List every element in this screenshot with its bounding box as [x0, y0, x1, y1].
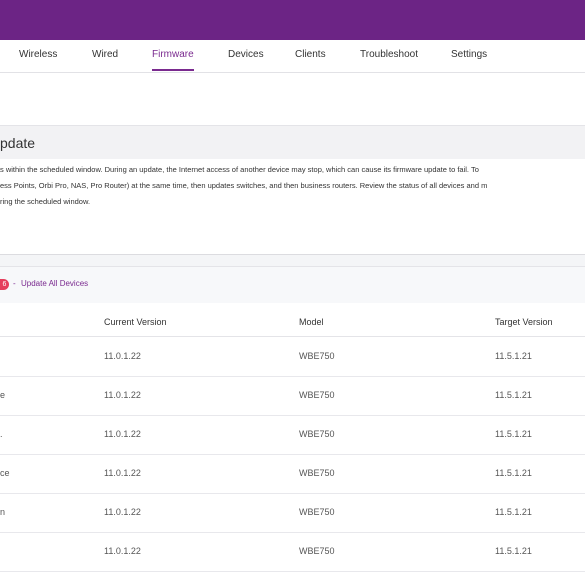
column-header-current-version[interactable]: Current Version — [104, 317, 167, 327]
model: WBE750 — [299, 390, 335, 400]
update-all-devices-link[interactable]: Update All Devices — [21, 279, 88, 288]
target-version: 11.5.1.21 — [495, 507, 532, 517]
tab-wired[interactable]: Wired — [92, 49, 118, 60]
update-description: s within the scheduled window. During an… — [0, 159, 585, 255]
table-row[interactable]: . 11.0.1.22 WBE750 11.5.1.21 — [0, 415, 585, 455]
separator: - — [13, 279, 16, 288]
tab-clients[interactable]: Clients — [295, 49, 326, 60]
target-version: 11.5.1.21 — [495, 351, 532, 361]
section-header: pdate — [0, 125, 585, 160]
target-version: 11.5.1.21 — [495, 468, 532, 478]
table-row[interactable]: 11.0.1.22 WBE750 11.5.1.21 — [0, 532, 585, 572]
current-version: 11.0.1.22 — [104, 546, 141, 556]
target-version: 11.5.1.21 — [495, 546, 532, 556]
device-name: e — [0, 390, 6, 400]
device-list-header: 6 - Update All Devices — [0, 266, 585, 304]
column-header-target-version[interactable]: Target Version — [495, 317, 553, 327]
table-row[interactable]: ce 11.0.1.22 WBE750 11.5.1.21 — [0, 454, 585, 494]
tab-devices[interactable]: Devices — [228, 49, 264, 60]
model: WBE750 — [299, 351, 335, 361]
description-line: ring the scheduled window. — [0, 197, 91, 206]
current-version: 11.0.1.22 — [104, 429, 141, 439]
device-name: ce — [0, 468, 10, 478]
model: WBE750 — [299, 429, 335, 439]
tab-settings[interactable]: Settings — [451, 49, 487, 60]
model: WBE750 — [299, 546, 335, 556]
section-gap — [0, 255, 585, 266]
table-row[interactable]: 11.0.1.22 WBE750 11.5.1.21 — [0, 337, 585, 377]
target-version: 11.5.1.21 — [495, 390, 532, 400]
column-header-model[interactable]: Model — [299, 317, 324, 327]
device-name: n — [0, 507, 6, 517]
tab-firmware[interactable]: Firmware — [152, 49, 194, 71]
current-version: 11.0.1.22 — [104, 507, 141, 517]
current-version: 11.0.1.22 — [104, 468, 141, 478]
tab-troubleshoot[interactable]: Troubleshoot — [360, 49, 418, 60]
top-app-bar — [0, 0, 585, 40]
current-version: 11.0.1.22 — [104, 351, 141, 361]
target-version: 11.5.1.21 — [495, 429, 532, 439]
device-name: . — [0, 429, 3, 439]
table-row[interactable]: e 11.0.1.22 WBE750 11.5.1.21 — [0, 376, 585, 416]
current-version: 11.0.1.22 — [104, 390, 141, 400]
section-title: pdate — [0, 135, 36, 151]
table-row[interactable]: n 11.0.1.22 WBE750 11.5.1.21 — [0, 493, 585, 533]
tab-wireless[interactable]: Wireless — [19, 49, 57, 60]
content-spacer — [0, 73, 585, 125]
model: WBE750 — [299, 507, 335, 517]
tab-bar: Wireless Wired Firmware Devices Clients … — [0, 40, 585, 73]
description-line: s within the scheduled window. During an… — [0, 165, 479, 174]
description-line: ess Points, Orbi Pro, NAS, Pro Router) a… — [0, 181, 488, 190]
model: WBE750 — [299, 468, 335, 478]
firmware-table: Current Version Model Target Version 11.… — [0, 303, 585, 585]
update-count-badge: 6 — [0, 279, 9, 290]
